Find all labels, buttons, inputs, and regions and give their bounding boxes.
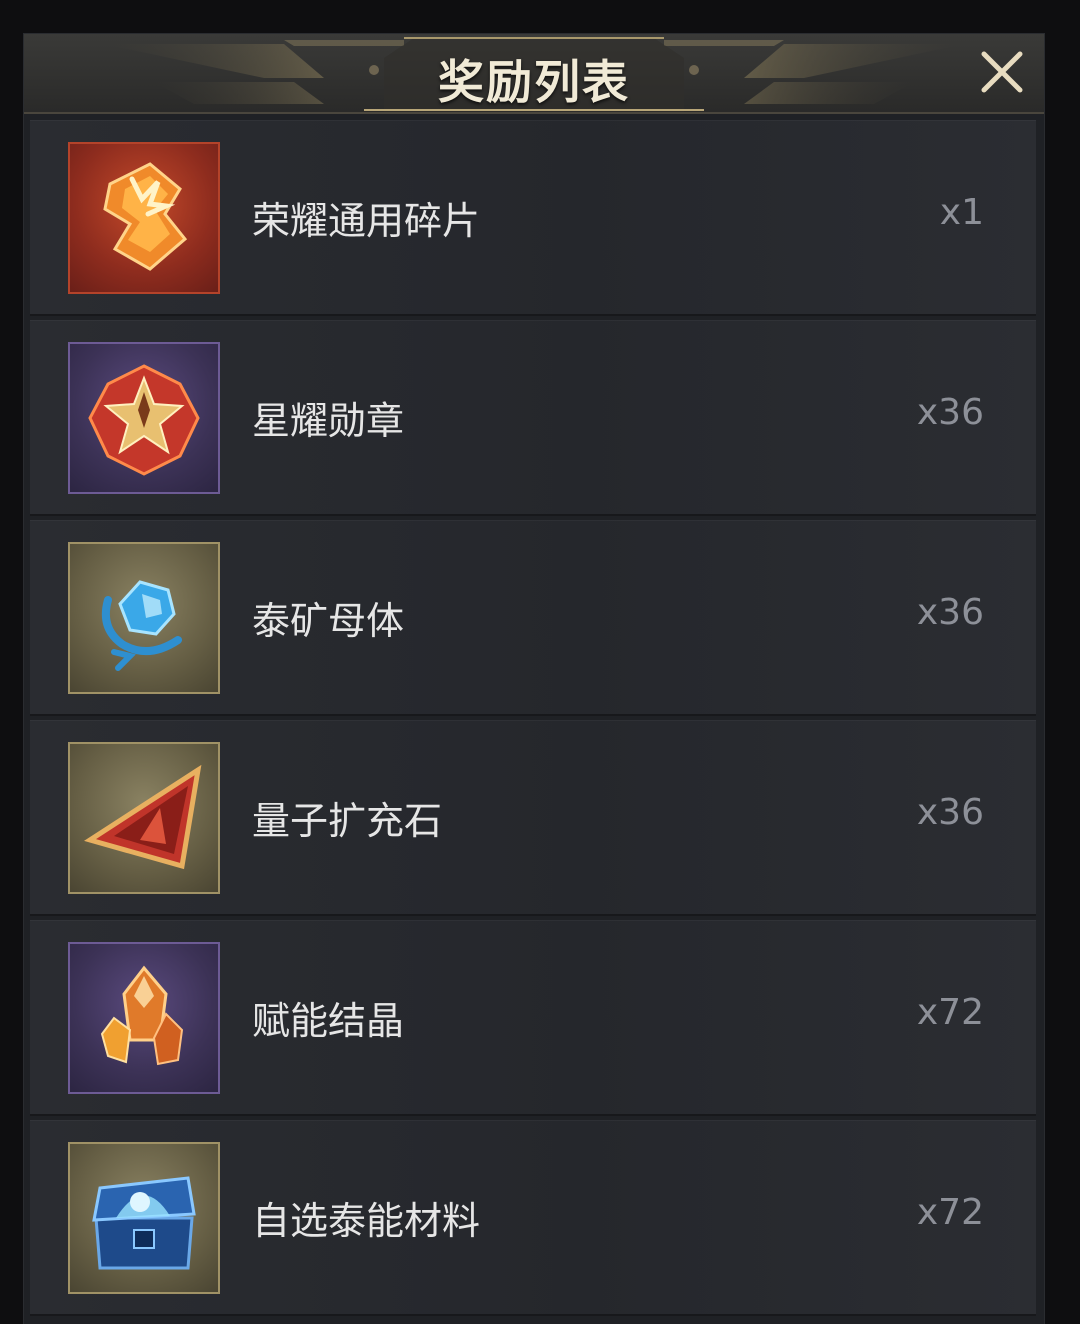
- reward-icon-frame: [68, 742, 220, 894]
- reward-quantity: x72: [916, 1192, 984, 1233]
- reward-icon-frame: [68, 542, 220, 694]
- reward-list-dialog: 奖励列表 荣耀通用碎片 x1 星耀勋章 x36 泰矿母体 x36 量子扩充石 x…: [24, 34, 1044, 1324]
- reward-icon-frame: [68, 142, 220, 294]
- reward-name: 泰矿母体: [252, 599, 405, 643]
- reward-icon-frame: [68, 942, 220, 1094]
- reward-name: 量子扩充石: [252, 799, 443, 843]
- reward-name: 赋能结晶: [252, 999, 405, 1043]
- reward-row: 量子扩充石 x36: [30, 720, 1036, 916]
- reward-icon-frame: [68, 342, 220, 494]
- glory-fragment-icon: [103, 162, 188, 271]
- empower-crystal-icon: [100, 965, 184, 1066]
- reward-quantity: x36: [916, 392, 984, 433]
- reward-quantity: x1: [939, 192, 984, 233]
- reward-name: 自选泰能材料: [252, 1199, 481, 1243]
- reward-quantity: x36: [916, 792, 984, 833]
- dialog-header: 奖励列表: [24, 34, 1044, 114]
- reward-quantity: x36: [916, 592, 984, 633]
- star-medal-icon: [88, 364, 200, 476]
- selectable-material-chest-icon: [92, 1176, 196, 1270]
- reward-row: 星耀勋章 x36: [30, 320, 1036, 516]
- reward-name: 星耀勋章: [252, 399, 405, 443]
- reward-row: 赋能结晶 x72: [30, 920, 1036, 1116]
- reward-row: 自选泰能材料 x72: [30, 1120, 1036, 1316]
- close-button[interactable]: [978, 48, 1026, 96]
- reward-icon-frame: [68, 1142, 220, 1294]
- quantum-expansion-stone-icon: [84, 764, 202, 870]
- reward-row: 泰矿母体 x36: [30, 520, 1036, 716]
- reward-quantity: x72: [916, 992, 984, 1033]
- reward-row: 荣耀通用碎片 x1: [30, 120, 1036, 316]
- dialog-title: 奖励列表: [438, 55, 630, 109]
- close-icon: [981, 51, 1023, 93]
- tai-ore-matrix-icon: [101, 580, 182, 671]
- reward-name: 荣耀通用碎片: [252, 199, 481, 243]
